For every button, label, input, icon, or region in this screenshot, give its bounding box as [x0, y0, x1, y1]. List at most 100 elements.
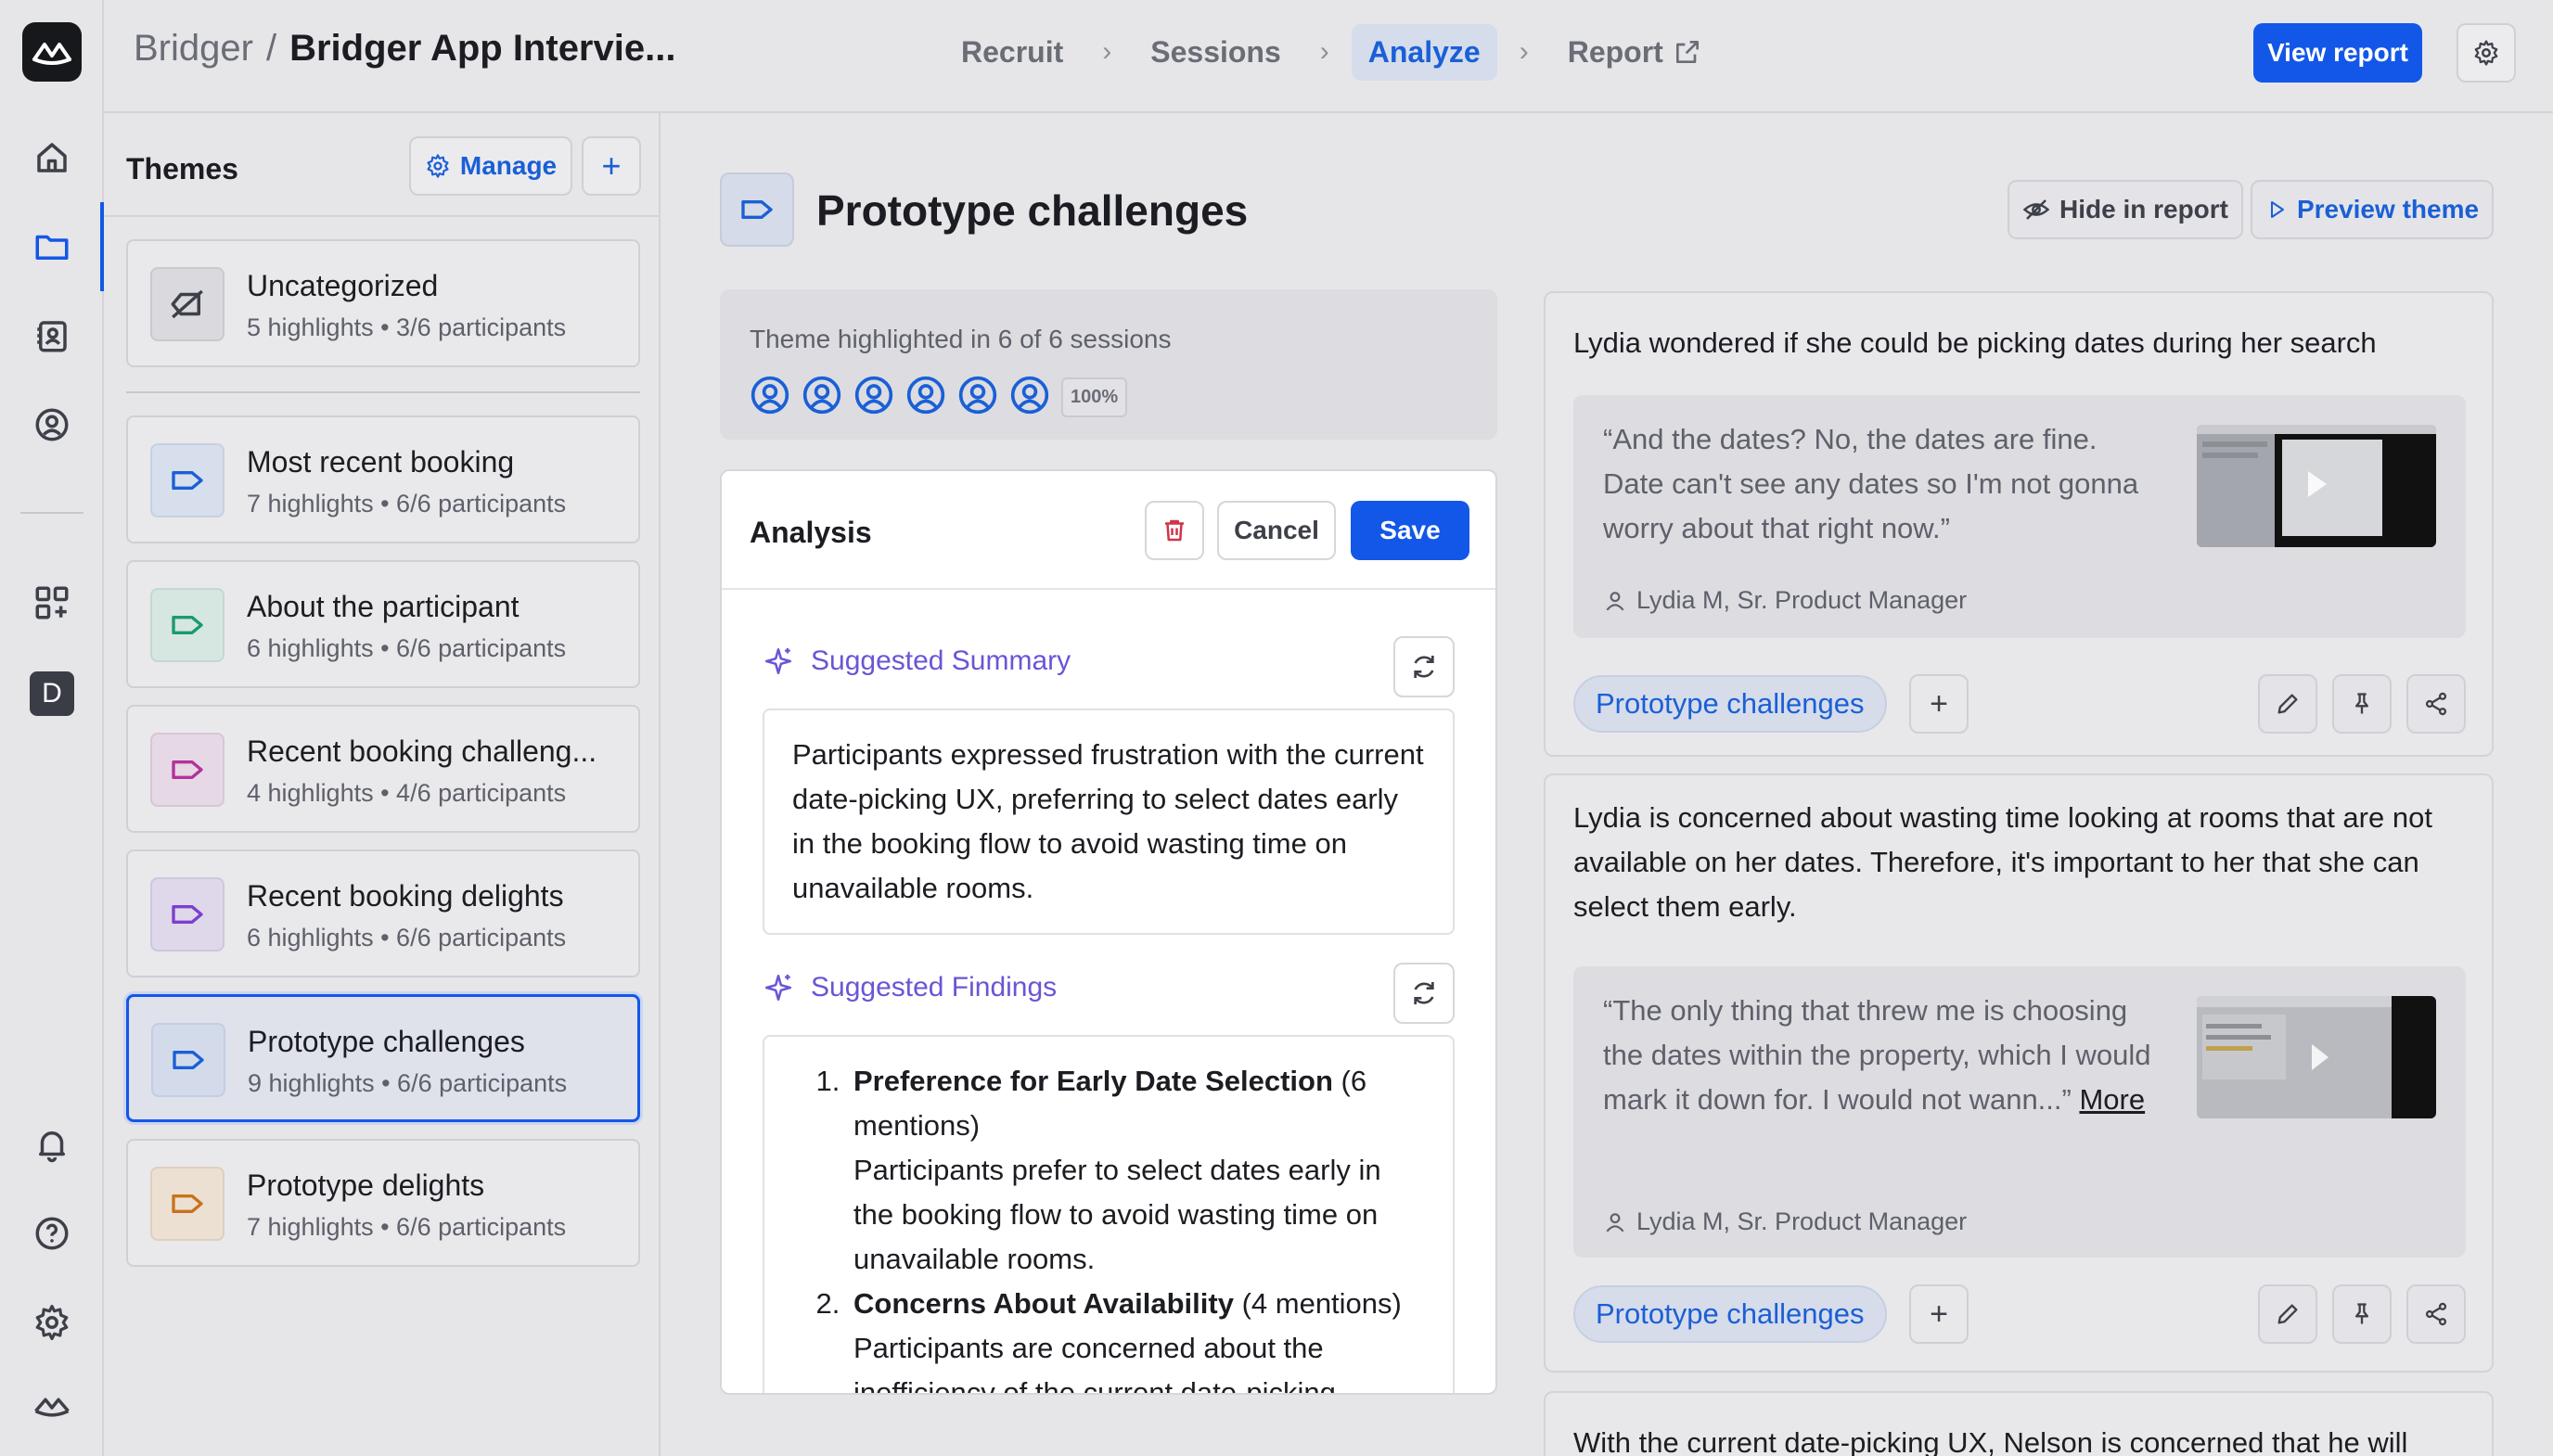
highlight-text: Lydia is concerned about wasting time lo… — [1573, 801, 2432, 923]
tag-icon — [150, 877, 225, 952]
manage-themes-button[interactable]: Manage — [409, 136, 572, 196]
quote-author: Lydia M, Sr. Product Manager — [1603, 1207, 1967, 1236]
folder-icon[interactable] — [28, 223, 76, 271]
theme-card-prototype-challenges[interactable]: Prototype challenges 9 highlights • 6/6 … — [126, 994, 640, 1122]
step-report[interactable]: Report — [1551, 24, 1719, 81]
share-highlight-button[interactable] — [2406, 1284, 2466, 1344]
finding-text: Participants are concerned about the ine… — [853, 1332, 1336, 1395]
person-icon — [1606, 591, 1624, 610]
step-sessions-label: Sessions — [1150, 34, 1281, 69]
participant-avatar-icon[interactable] — [1009, 375, 1050, 420]
pin-icon — [2355, 1303, 2368, 1324]
highlight-card[interactable]: Lydia is concerned about wasting time lo… — [1544, 773, 2494, 1373]
breadcrumb-current[interactable]: Bridger App Intervie... — [289, 28, 675, 69]
participant-avatar-icon[interactable] — [802, 375, 842, 420]
theme-card-prototype-delights[interactable]: Prototype delights 7 highlights • 6/6 pa… — [126, 1139, 640, 1267]
theme-name: About the participant — [247, 590, 520, 623]
contacts-icon[interactable] — [28, 312, 76, 360]
share-highlight-button[interactable] — [2406, 674, 2466, 734]
pin-highlight-button[interactable] — [2332, 674, 2392, 734]
add-tag-button[interactable]: + — [1909, 674, 1969, 734]
refresh-icon — [1414, 656, 1434, 678]
summary-textarea[interactable]: Participants expressed frustration with … — [763, 709, 1455, 935]
theme-tag-pill[interactable]: Prototype challenges — [1573, 1285, 1887, 1343]
video-thumbnail[interactable] — [2197, 425, 2436, 547]
finding-text: Participants prefer to select dates earl… — [853, 1154, 1381, 1275]
video-preview-image — [2197, 425, 2436, 547]
pin-highlight-button[interactable] — [2332, 1284, 2392, 1344]
theme-name: Prototype delights — [247, 1169, 485, 1202]
highlight-card[interactable]: Lydia wondered if she could be picking d… — [1544, 291, 2494, 757]
video-preview-image — [2197, 996, 2436, 1118]
suggested-findings-heading: Suggested Findings — [763, 972, 1057, 1003]
app-logo-icon[interactable] — [22, 22, 82, 82]
cancel-button[interactable]: Cancel — [1217, 501, 1336, 560]
participant-avatar-icon[interactable] — [905, 375, 946, 420]
theme-meta: 7 highlights • 6/6 participants — [247, 490, 567, 517]
brand-mark-icon — [28, 1384, 76, 1432]
gear-icon — [2474, 40, 2498, 66]
participant-avatar-icon[interactable] — [853, 375, 894, 420]
theme-name: Uncategorized — [247, 269, 439, 302]
notifications-icon[interactable] — [28, 1120, 76, 1169]
quote-author-name: Lydia M, Sr. Product Manager — [1636, 586, 1968, 614]
theme-meta: 6 highlights • 6/6 participants — [247, 634, 567, 662]
home-icon[interactable] — [28, 134, 76, 182]
add-tag-button[interactable]: + — [1909, 1284, 1969, 1344]
suggested-findings-label: Suggested Findings — [811, 972, 1058, 1003]
theme-card-about-the-participant[interactable]: About the participant 6 highlights • 6/6… — [126, 560, 640, 688]
hide-in-report-button[interactable]: Hide in report — [2008, 180, 2243, 239]
eye-off-icon — [2022, 199, 2050, 220]
workspace-avatar[interactable]: D — [30, 671, 74, 716]
view-report-button[interactable]: View report — [2253, 23, 2422, 83]
theme-card-most-recent-booking[interactable]: Most recent booking 7 highlights • 6/6 p… — [126, 415, 640, 543]
quote-box: “And the dates? No, the dates are fine. … — [1573, 395, 2466, 638]
breadcrumb-project[interactable]: Bridger — [134, 28, 253, 69]
chevron-right-icon: › — [1319, 36, 1329, 67]
top-bar: Bridger / Bridger App Intervie... Recruit … — [104, 0, 2553, 113]
workflow-steps: Recruit › Sessions › Analyze › Report — [944, 20, 1719, 83]
pin-icon — [2355, 693, 2368, 714]
regenerate-summary-button[interactable] — [1393, 636, 1455, 697]
help-icon[interactable] — [28, 1209, 76, 1258]
share-icon — [2425, 1302, 2447, 1326]
step-recruit[interactable]: Recruit — [944, 24, 1080, 81]
analysis-header: Analysis Cancel Save — [722, 471, 1495, 590]
findings-textarea[interactable]: Preference for Early Date Selection (6 m… — [763, 1035, 1455, 1395]
settings-icon[interactable] — [28, 1298, 76, 1347]
breadcrumb: Bridger / Bridger App Intervie... — [134, 28, 675, 70]
step-sessions[interactable]: Sessions — [1134, 24, 1298, 81]
save-button[interactable]: Save — [1351, 501, 1469, 560]
theme-card-recent-booking-delights[interactable]: Recent booking delights 6 highlights • 6… — [126, 849, 640, 977]
tag-icon — [151, 1023, 225, 1097]
participant-payments-icon[interactable] — [28, 401, 76, 449]
theme-card-uncategorized[interactable]: Uncategorized 5 highlights • 3/6 partici… — [126, 239, 640, 367]
edit-highlight-button[interactable] — [2258, 674, 2317, 734]
project-settings-button[interactable] — [2457, 23, 2516, 83]
preview-theme-button[interactable]: Preview theme — [2251, 180, 2494, 239]
external-link-icon — [1675, 41, 1699, 63]
finding-count: (4 mentions) — [1241, 1287, 1402, 1320]
video-thumbnail[interactable] — [2197, 996, 2436, 1118]
step-analyze[interactable]: Analyze — [1351, 23, 1497, 81]
quote-text: “And the dates? No, the dates are fine. … — [1603, 423, 2139, 544]
sparkle-icon — [764, 647, 792, 675]
theme-meta: 6 highlights • 6/6 participants — [247, 924, 567, 952]
finding-title: Concerns About Availability — [853, 1287, 1234, 1320]
highlight-text: With the current date-picking UX, Nelson… — [1573, 1426, 2408, 1456]
page-title: Prototype challenges — [816, 186, 1249, 235]
quote-box: “The only thing that threw me is choosin… — [1573, 966, 2466, 1258]
theme-tag-icon — [720, 172, 794, 247]
participant-avatar-icon[interactable] — [957, 375, 998, 420]
participant-avatar-icon[interactable] — [750, 375, 790, 420]
edit-highlight-button[interactable] — [2258, 1284, 2317, 1344]
delete-analysis-button[interactable] — [1145, 501, 1204, 560]
apps-grid-icon[interactable] — [28, 579, 76, 627]
regenerate-findings-button[interactable] — [1393, 963, 1455, 1024]
add-theme-button[interactable]: + — [582, 136, 641, 196]
more-link[interactable]: More — [2079, 1083, 2145, 1116]
themes-divider — [104, 215, 661, 217]
theme-tag-pill[interactable]: Prototype challenges — [1573, 675, 1887, 733]
theme-card-recent-booking-challenges[interactable]: Recent booking challeng... 4 highlights … — [126, 705, 640, 833]
highlight-card[interactable]: With the current date-picking UX, Nelson… — [1544, 1391, 2494, 1456]
